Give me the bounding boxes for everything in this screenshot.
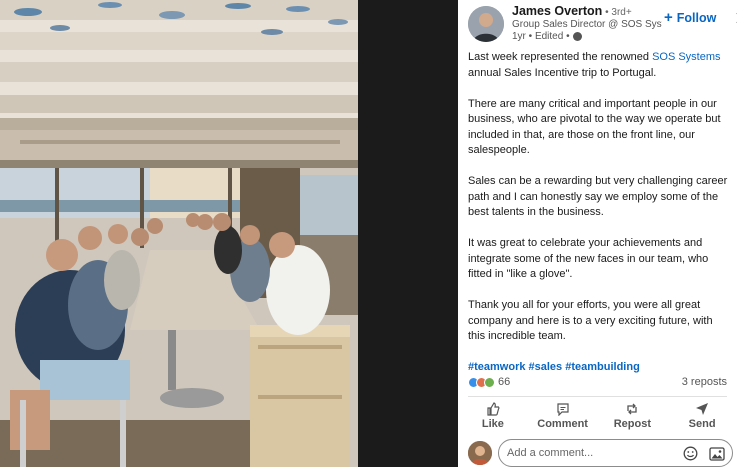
post-paragraph: It was great to celebrate your achieveme… xyxy=(468,237,709,280)
repost-label: Repost xyxy=(613,418,652,430)
like-label: Like xyxy=(481,418,504,430)
post-paragraph: Sales can be a rewarding but very challe… xyxy=(468,175,728,218)
connection-degree: • 3rd+ xyxy=(602,7,632,18)
comment-label: Comment xyxy=(537,418,588,430)
author-name-text[interactable]: James Overton xyxy=(512,4,602,18)
comment-placeholder: Add a comment... xyxy=(507,447,594,459)
social-counts: 66 3 reposts xyxy=(468,376,727,390)
repost-icon xyxy=(627,403,638,415)
reactions-count: 66 xyxy=(498,376,511,388)
emoji-icon[interactable] xyxy=(683,446,698,461)
divider xyxy=(468,396,727,397)
comment-row: Add a comment... xyxy=(468,439,733,467)
send-label: Send xyxy=(688,418,716,430)
post-age: 1yr • Edited • xyxy=(512,31,570,42)
lightbox-gap xyxy=(358,0,458,467)
viewer-avatar[interactable] xyxy=(468,441,492,465)
post-photo[interactable] xyxy=(0,0,358,467)
like-button[interactable]: Like xyxy=(463,399,523,433)
send-button[interactable]: Send xyxy=(672,399,732,433)
follow-label: Follow xyxy=(676,11,717,25)
comment-button[interactable]: Comment xyxy=(533,399,593,433)
author-avatar[interactable] xyxy=(468,6,504,42)
post-paragraph: Last week represented the renowned SOS S… xyxy=(468,50,730,81)
send-icon xyxy=(696,403,709,415)
action-bar: Like Comment Repost Send xyxy=(458,399,737,433)
image-icon[interactable] xyxy=(709,447,725,461)
group-dinner-photo xyxy=(0,0,358,467)
post-header: James Overton • 3rd+ Group Sales Directo… xyxy=(468,4,737,46)
author-name[interactable]: James Overton • 3rd+ xyxy=(512,4,632,18)
follow-plus: + xyxy=(664,9,673,26)
company-mention-link[interactable]: SOS Systems xyxy=(652,51,720,63)
post-paragraph: Thank you all for your efforts, you were… xyxy=(468,299,713,342)
globe-icon xyxy=(572,32,582,41)
like-icon xyxy=(487,402,500,416)
comment-icon xyxy=(557,403,569,416)
author-headline: Group Sales Director @ SOS Syst... xyxy=(512,19,662,30)
p1-prefix: Last week represented the renowned xyxy=(468,51,653,63)
post-body: Last week represented the renowned SOS S… xyxy=(468,50,730,391)
post-panel: James Overton • 3rd+ Group Sales Directo… xyxy=(458,0,737,467)
celebrate-reaction-icon xyxy=(484,376,495,388)
hashtags[interactable]: #teamwork #sales #teambuilding xyxy=(468,360,730,376)
reposts-count[interactable]: 3 reposts xyxy=(682,376,727,388)
post-meta: 1yr • Edited • xyxy=(512,31,582,42)
repost-button[interactable]: Repost xyxy=(602,399,662,433)
reactions-summary[interactable]: 66 xyxy=(468,376,510,388)
p1-suffix: annual Sales Incentive trip to Portugal. xyxy=(468,66,657,79)
post-viewer: James Overton • 3rd+ Group Sales Directo… xyxy=(0,0,737,467)
post-paragraph: There are many critical and important pe… xyxy=(468,97,721,157)
comment-input[interactable]: Add a comment... xyxy=(498,439,733,467)
follow-button[interactable]: + Follow xyxy=(664,9,717,26)
